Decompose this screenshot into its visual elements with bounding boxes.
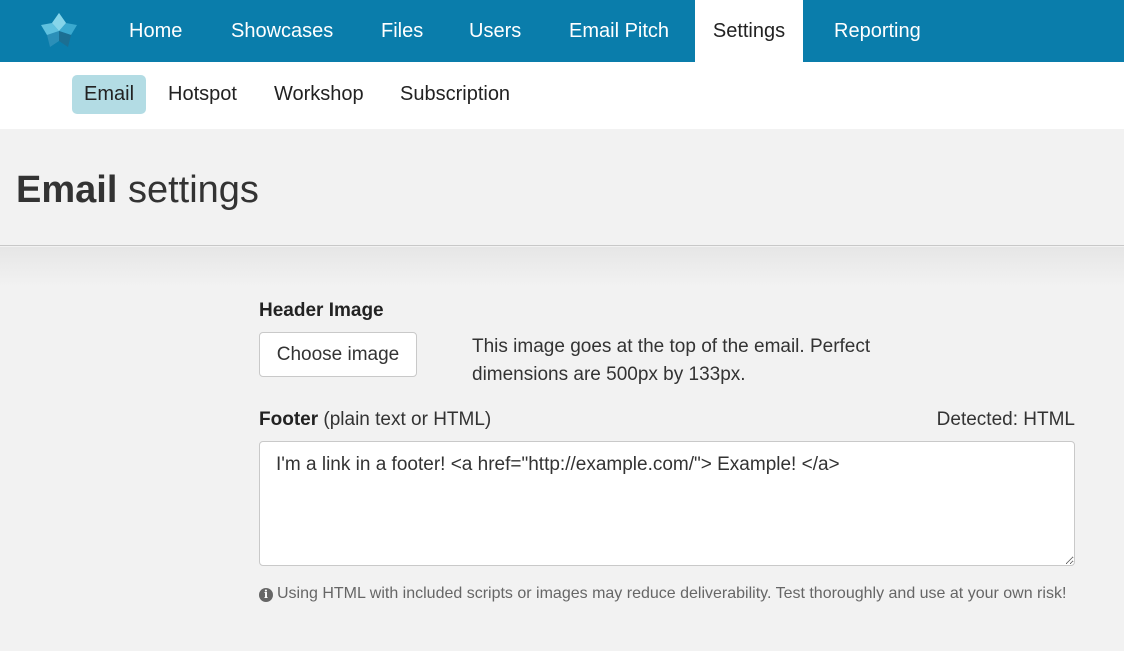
header-image-label: Header Image [259, 300, 384, 321]
subnav-workshop[interactable]: Workshop [274, 75, 364, 114]
nav-users[interactable]: Users [469, 0, 521, 62]
page-title-rest: settings [127, 169, 259, 211]
footer-label-bold: Footer [259, 409, 319, 430]
subnav-subscription[interactable]: Subscription [400, 75, 510, 114]
info-icon: i [259, 588, 273, 602]
footer-label: Footer (plain text or HTML) [259, 409, 491, 431]
section-shadow [0, 247, 1124, 287]
nav-settings[interactable]: Settings [695, 0, 803, 62]
warning-text: Using HTML with included scripts or imag… [277, 585, 1067, 602]
footer-label-rest: (plain text or HTML) [323, 409, 492, 430]
top-nav: Home Showcases Files Users Email Pitch S… [0, 0, 1124, 62]
sub-nav: Email Hotspot Workshop Subscription [0, 62, 1124, 129]
detected-format: Detected: HTML [936, 409, 1075, 430]
nav-email-pitch[interactable]: Email Pitch [569, 0, 669, 62]
page-title: Email settings [16, 169, 259, 212]
app-logo[interactable] [38, 11, 80, 51]
nav-files[interactable]: Files [381, 0, 423, 62]
subnav-email[interactable]: Email [72, 75, 147, 114]
deliverability-warning: i Using HTML with included scripts or ima… [259, 580, 1079, 608]
page-title-bold: Email [16, 169, 118, 211]
header-image-hint: This image goes at the top of the email.… [472, 336, 871, 385]
subnav-hotspot[interactable]: Hotspot [168, 75, 237, 114]
nav-showcases[interactable]: Showcases [231, 0, 333, 62]
footer-textarea[interactable]: I'm a link in a footer! <a href="http://… [259, 441, 1075, 566]
title-band: Email settings [0, 129, 1124, 246]
choose-image-button[interactable]: Choose image [259, 332, 417, 377]
nav-reporting[interactable]: Reporting [834, 0, 921, 62]
nav-home[interactable]: Home [129, 0, 182, 62]
